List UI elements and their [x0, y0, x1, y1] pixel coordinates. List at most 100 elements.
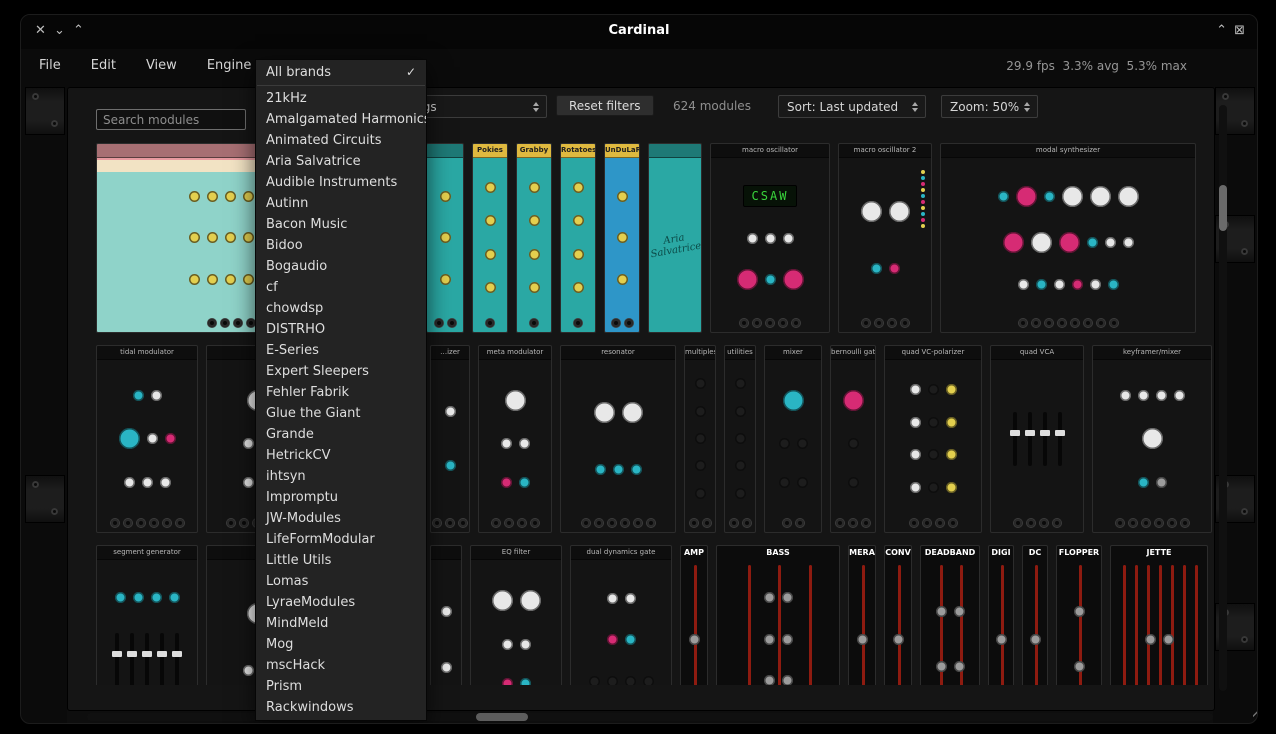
- knob: [243, 191, 254, 202]
- close-box-icon[interactable]: ⊠: [1234, 23, 1245, 39]
- brand-menu-item[interactable]: HetrickCV: [256, 445, 426, 466]
- knob: [735, 378, 746, 389]
- module-card[interactable]: utilities: [724, 345, 756, 533]
- module-card[interactable]: CONV: [884, 545, 912, 685]
- module-card[interactable]: dual dynamics gate: [570, 545, 672, 685]
- brand-menu-item[interactable]: Rackwindows: [256, 697, 426, 718]
- module-card[interactable]: meta modulator: [478, 345, 552, 533]
- module-card[interactable]: tidal modulator: [96, 345, 198, 533]
- module-card[interactable]: [426, 143, 464, 333]
- brand-menu-item-label: MindMeld: [266, 613, 328, 634]
- module-card[interactable]: Pokies: [472, 143, 508, 333]
- brand-menu-item[interactable]: LyraeModules: [256, 592, 426, 613]
- module-card[interactable]: DEADBAND: [920, 545, 980, 685]
- brand-menu-item[interactable]: Bidoo: [256, 235, 426, 256]
- module-card[interactable]: Rotatoes: [560, 143, 596, 333]
- module-card[interactable]: macro oscillatorCSAW: [710, 143, 830, 333]
- module-card[interactable]: DC: [1022, 545, 1048, 685]
- brand-menu-item[interactable]: JW-Modules: [256, 508, 426, 529]
- brand-menu-item-label: cf: [266, 277, 278, 298]
- module-card[interactable]: keyframer/mixer: [1092, 345, 1212, 533]
- jack-port: [625, 319, 633, 327]
- brand-menu-item[interactable]: Impromptu: [256, 487, 426, 508]
- brand-menu-item[interactable]: Expert Sleepers: [256, 361, 426, 382]
- brand-menu-item[interactable]: LifeFormModular: [256, 529, 426, 550]
- brand-menu-item[interactable]: Glue the Giant: [256, 403, 426, 424]
- slider: [175, 633, 179, 685]
- horizontal-scrollbar-thumb[interactable]: [476, 713, 528, 721]
- brand-menu-item[interactable]: ihtsyn: [256, 466, 426, 487]
- brand-menu-item[interactable]: Fehler Fabrik: [256, 382, 426, 403]
- module-card[interactable]: BASS: [716, 545, 840, 685]
- module-card[interactable]: Grabby: [516, 143, 552, 333]
- module-card[interactable]: quad VC-polarizer: [884, 345, 982, 533]
- vertical-scrollbar-thumb[interactable]: [1219, 185, 1227, 231]
- module-card[interactable]: …izer: [430, 345, 470, 533]
- brand-menu-item[interactable]: E-Series: [256, 340, 426, 361]
- jack-port: [608, 519, 616, 527]
- brand-menu-item[interactable]: Bacon Music: [256, 214, 426, 235]
- brand-menu-item[interactable]: DISTRHO: [256, 319, 426, 340]
- brand-menu-item-label: Amalgamated Harmonics: [266, 109, 426, 130]
- module-card[interactable]: UnDuLaR: [604, 143, 640, 333]
- knob: [783, 269, 804, 290]
- brand-menu-item[interactable]: Grande: [256, 424, 426, 445]
- knob: [492, 590, 513, 611]
- module-card[interactable]: multiples: [684, 345, 716, 533]
- brand-menu-item[interactable]: mscHack: [256, 655, 426, 676]
- brand-menu-item[interactable]: Animated Circuits: [256, 130, 426, 151]
- sort-dropdown[interactable]: Sort: Last updated: [778, 95, 926, 118]
- knob: [695, 488, 706, 499]
- jack-port: [779, 319, 787, 327]
- resize-grip[interactable]: [1253, 711, 1258, 724]
- brand-menu-item[interactable]: Audible Instruments: [256, 172, 426, 193]
- brand-menu-item[interactable]: Lomas: [256, 571, 426, 592]
- module-card[interactable]: [430, 545, 462, 685]
- zoom-dropdown[interactable]: Zoom: 50%: [941, 95, 1038, 118]
- brand-menu-item[interactable]: Bogaudio: [256, 256, 426, 277]
- knob: [928, 417, 939, 428]
- module-title: …izer: [431, 346, 469, 360]
- menu-engine[interactable]: Engine: [205, 56, 254, 75]
- slider: [130, 633, 134, 685]
- module-card[interactable]: resonator: [560, 345, 676, 533]
- brand-menu-item[interactable]: Little Utils: [256, 550, 426, 571]
- module-card[interactable]: EQ filter: [470, 545, 562, 685]
- knob: [1072, 279, 1083, 290]
- brand-menu-item[interactable]: MindMeld: [256, 613, 426, 634]
- shade-chevron-icon[interactable]: ⌃: [1216, 23, 1227, 39]
- module-card[interactable]: modal synthesizer: [940, 143, 1196, 333]
- brand-menu-item[interactable]: chowdsp: [256, 298, 426, 319]
- knob: [445, 460, 456, 471]
- module-card[interactable]: Aria Salvatrice: [648, 143, 702, 333]
- menu-view[interactable]: View: [144, 56, 179, 75]
- brand-menu-item[interactable]: cf: [256, 277, 426, 298]
- module-card[interactable]: macro oscillator 2: [838, 143, 932, 333]
- brand-menu-item[interactable]: All brands✓: [256, 62, 426, 83]
- brand-menu-item[interactable]: Mog: [256, 634, 426, 655]
- knob: [505, 390, 526, 411]
- module-card[interactable]: FLOPPER: [1056, 545, 1102, 685]
- brand-menu-item[interactable]: Aria Salvatrice: [256, 151, 426, 172]
- search-input[interactable]: [96, 109, 246, 130]
- slider: [1028, 412, 1032, 466]
- module-card[interactable]: mixer: [764, 345, 822, 533]
- reset-filters-button[interactable]: Reset filters: [556, 95, 654, 116]
- module-card[interactable]: segment generator: [96, 545, 198, 685]
- module-card[interactable]: bernoulli gate: [830, 345, 876, 533]
- module-card[interactable]: quad VCA: [990, 345, 1084, 533]
- module-card[interactable]: DIGI: [988, 545, 1014, 685]
- module-card[interactable]: MERA: [848, 545, 876, 685]
- vertical-scrollbar[interactable]: [1219, 105, 1227, 691]
- brand-menu-item[interactable]: Amalgamated Harmonics: [256, 109, 426, 130]
- menu-edit[interactable]: Edit: [89, 56, 118, 75]
- module-card[interactable]: AMP: [680, 545, 708, 685]
- jack-port: [1019, 319, 1027, 327]
- menu-file[interactable]: File: [37, 56, 63, 75]
- knob: [529, 249, 540, 260]
- brand-menu-item[interactable]: Autinn: [256, 193, 426, 214]
- module-panel: [991, 360, 1083, 517]
- brand-menu-item[interactable]: 21kHz: [256, 88, 426, 109]
- brand-menu-item[interactable]: Prism: [256, 676, 426, 697]
- module-card[interactable]: JETTE: [1110, 545, 1208, 685]
